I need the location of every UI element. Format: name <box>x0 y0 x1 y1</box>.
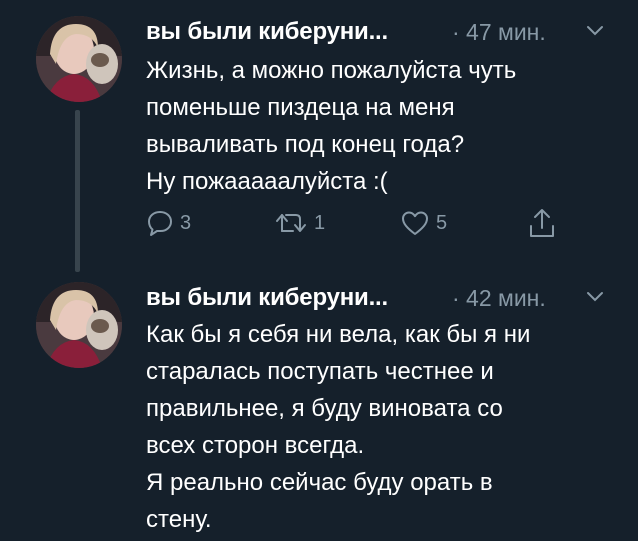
tweet-text-line: Ну пожааааалуйста :( <box>146 168 388 195</box>
tweet-actions: 3 1 5 <box>146 203 586 243</box>
tweet-text-line: поменьше пиздеца на меня <box>146 94 455 121</box>
reply-count: 3 <box>180 211 192 234</box>
tweet-header: вы были киберуни... · 42 мин. <box>146 282 616 316</box>
tweet-text-line: всех сторон всегда. <box>146 432 365 459</box>
tweet-text-line: Жизнь, а можно пожалуйста чуть <box>146 57 517 84</box>
author-name[interactable]: вы были киберуни... <box>146 284 388 312</box>
like-button[interactable]: 5 <box>400 203 447 243</box>
heart-icon <box>402 211 428 235</box>
retweet-count: 1 <box>314 211 326 234</box>
tweet-text-line: вываливать под конец года? <box>146 131 465 158</box>
avatar[interactable] <box>36 16 122 102</box>
chevron-down-icon[interactable] <box>586 25 604 37</box>
tweet-text-line: Я реально сейчас буду орать в <box>146 469 493 496</box>
author-name[interactable]: вы были киберуни... <box>146 18 388 46</box>
tweet-timestamp[interactable]: · 42 мин. <box>452 285 546 312</box>
avatar[interactable] <box>36 282 122 368</box>
tweet-thread: вы были киберуни... · 47 мин. Жизнь, а м… <box>0 0 638 541</box>
retweet-icon <box>276 214 306 232</box>
share-button[interactable] <box>528 203 556 243</box>
like-count: 5 <box>436 211 448 234</box>
retweet-button[interactable]: 1 <box>274 203 325 243</box>
share-icon <box>530 209 554 237</box>
chevron-down-icon[interactable] <box>586 291 604 303</box>
reply-button[interactable]: 3 <box>146 203 191 243</box>
tweet-text-line: правильнее, я буду виновата со <box>146 395 503 422</box>
tweet-text-line: старалась поступать честнее и <box>146 358 494 385</box>
tweet-text-line: Как бы я себя ни вела, как бы я ни <box>146 321 531 348</box>
tweet-text: Как бы я себя ни вела, как бы я ни стара… <box>146 316 626 538</box>
tweet-text: Жизнь, а можно пожалуйста чуть поменьше … <box>146 52 626 200</box>
reply-icon <box>148 211 172 236</box>
tweet-timestamp[interactable]: · 47 мин. <box>452 19 546 46</box>
tweet-text-line: стену. <box>146 506 212 533</box>
thread-connector-line <box>75 110 80 272</box>
tweet-header: вы были киберуни... · 47 мин. <box>146 16 616 50</box>
